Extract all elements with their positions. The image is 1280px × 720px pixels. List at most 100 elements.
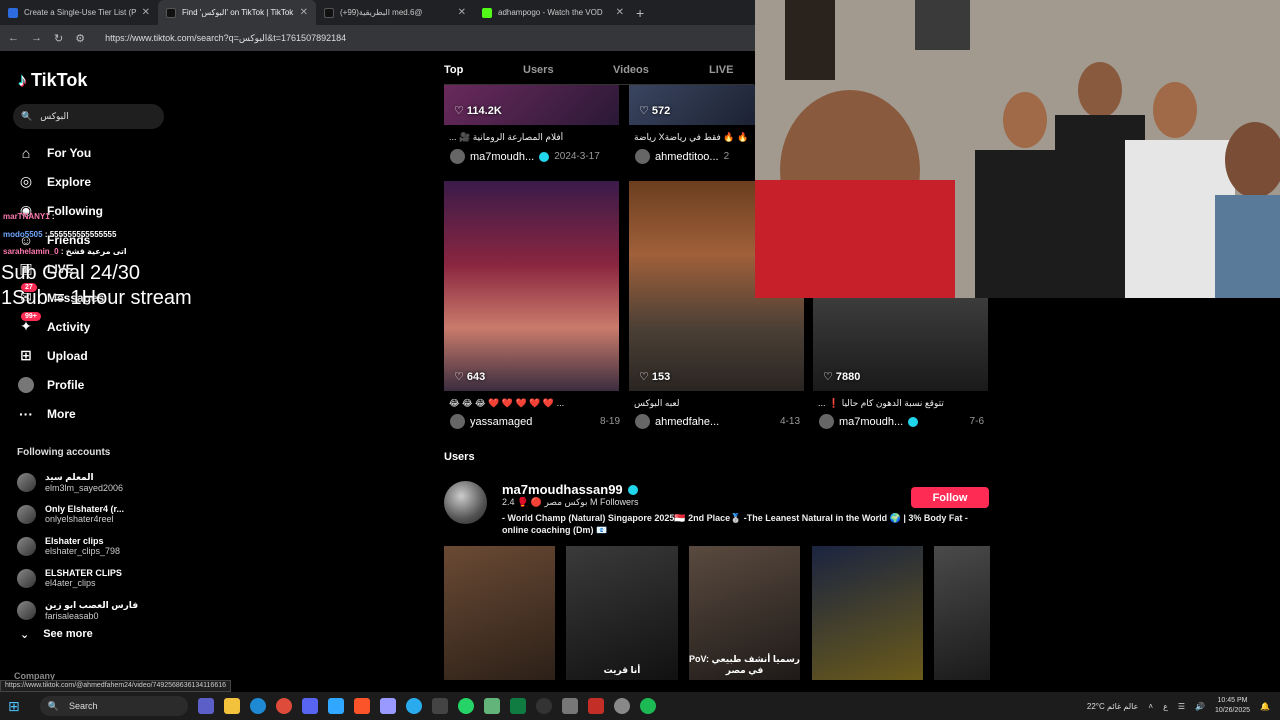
edge-icon[interactable]	[249, 698, 266, 714]
follow-button[interactable]: Follow	[911, 487, 989, 508]
tiktok-logo[interactable]: ♪ TikTok	[18, 70, 87, 91]
video-caption[interactable]: لعبه البوكس	[634, 398, 804, 409]
avatar[interactable]	[444, 481, 487, 524]
video-author[interactable]: ma7moudh...	[470, 151, 534, 163]
video-card[interactable]: ♡ 7880	[813, 298, 988, 391]
sidebar-item-explore[interactable]: ◎ Explore	[17, 167, 187, 196]
user-video-thumb[interactable]	[934, 546, 990, 680]
windows-start-icon[interactable]: ⊞	[8, 698, 20, 715]
app-icon[interactable]	[431, 698, 448, 714]
premiere-icon[interactable]	[379, 698, 396, 714]
reload-icon[interactable]: ↻	[54, 32, 63, 45]
video-author[interactable]: ma7moudh...	[839, 416, 903, 428]
sidebar-item-for-you[interactable]: ⌂ For You	[17, 138, 187, 167]
video-card[interactable]: ♡ 643	[444, 181, 619, 391]
chrome-icon[interactable]	[275, 698, 292, 714]
new-tab-icon[interactable]: +	[636, 5, 644, 21]
chevron-up-icon[interactable]: ˄	[1148, 702, 1153, 711]
file-explorer-icon[interactable]	[223, 698, 240, 714]
user-video-thumb[interactable]: PoV: رسميا أنشف طبيعي في مصر	[689, 546, 800, 680]
account-item[interactable]: المعلم سيد elm3lm_sayed2006	[17, 466, 138, 498]
sidebar-item-upload[interactable]: ⊞ Upload	[17, 341, 187, 370]
video-caption[interactable]: ... 🎥 أفلام المصارعة الرومانية	[449, 132, 619, 143]
video-card[interactable]: ♡ 572	[629, 85, 755, 125]
close-icon[interactable]: ✕	[458, 7, 466, 18]
forward-icon[interactable]: →	[31, 32, 42, 44]
avatar	[17, 600, 36, 620]
video-caption[interactable]: ... ❗ تتوقع نسبة الدهون كام حاليا	[818, 398, 988, 409]
spotify-icon[interactable]	[639, 698, 656, 714]
speaker-icon[interactable]: 🔊	[1195, 702, 1205, 711]
discord-icon[interactable]	[301, 698, 318, 714]
account-item[interactable]: Only Elshater4 (r... onlyelshater4reel	[17, 498, 138, 530]
back-icon[interactable]: ←	[8, 32, 19, 44]
verified-icon	[627, 484, 638, 495]
tab-top[interactable]: Top	[444, 64, 523, 76]
account-username: elm3lm_sayed2006	[45, 482, 124, 493]
tab-users[interactable]: Users	[523, 64, 613, 76]
excel-icon[interactable]	[509, 698, 526, 714]
kick-favicon-icon	[482, 7, 492, 18]
avatar[interactable]	[635, 414, 650, 429]
tab-videos[interactable]: Videos	[613, 64, 709, 76]
brave-icon[interactable]	[353, 698, 370, 714]
see-more-button[interactable]: ⌄ See more	[20, 628, 93, 641]
teams-icon[interactable]	[197, 698, 214, 714]
notification-icon[interactable]: 🔔	[1260, 702, 1270, 711]
user-video-thumb[interactable]: أنا قريت	[566, 546, 678, 680]
browser-tab-1[interactable]: Create a Single-Use Tier List (P ✕	[0, 0, 158, 25]
close-icon[interactable]: ✕	[142, 7, 150, 18]
sidebar-item-profile[interactable]: Profile	[17, 370, 187, 399]
photoshop-icon[interactable]	[327, 698, 344, 714]
settings-icon[interactable]	[613, 698, 630, 714]
user-video-thumb[interactable]	[444, 546, 555, 680]
avatar[interactable]	[635, 149, 650, 164]
weather-widget[interactable]: 22°C عالم غائم	[1087, 702, 1138, 711]
video-caption[interactable]: 😂 😂 😂 ❤️ ❤️ ❤️ ❤️ ❤️ ...	[449, 398, 619, 409]
obs-icon[interactable]	[535, 698, 552, 714]
webcam-scene	[755, 0, 1280, 298]
minecraft-icon[interactable]	[483, 698, 500, 714]
video-card[interactable]: ♡ 114.2K	[444, 85, 619, 125]
chat-text: : اتى مرعية قشخ	[60, 247, 127, 256]
telegram-icon[interactable]	[405, 698, 422, 714]
sidebar-item-activity[interactable]: ✦ 99+ Activity	[17, 312, 187, 341]
search-input[interactable]: 🔍 البوكس	[13, 104, 164, 129]
video-author[interactable]: yassamaged	[470, 416, 532, 428]
account-name: فارس العصب ابو زين	[45, 599, 139, 610]
user-name-text: ma7moudhassan99	[502, 482, 623, 497]
browser-tab-3[interactable]: (+99)البطريقية med.6@ ✕	[316, 0, 474, 25]
video-author[interactable]: ahmedtitoo...	[655, 151, 719, 163]
close-icon[interactable]: ✕	[616, 7, 624, 18]
user-video-thumb[interactable]	[812, 546, 923, 680]
browser-tab-2[interactable]: Find 'البوكس' on TikTok | TikTok ✕	[158, 0, 316, 25]
account-item[interactable]: Elshater clips elshater_clips_798	[17, 530, 138, 562]
avatar[interactable]	[819, 414, 834, 429]
account-item[interactable]: ELSHATER CLIPS el4ater_clips	[17, 562, 138, 594]
site-info-icon[interactable]: ⚙	[75, 32, 85, 45]
close-icon[interactable]: ✕	[300, 7, 308, 18]
clock[interactable]: 10:45 PM 10/26/2025	[1215, 696, 1250, 716]
app-icon[interactable]	[561, 698, 578, 714]
chat-text: : 555555555555555	[44, 230, 117, 239]
avatar[interactable]	[450, 149, 465, 164]
sidebar-item-more[interactable]: ··· More	[17, 399, 187, 428]
video-caption[interactable]: رياضة Xفقط في رياضة 🔥 🔥	[634, 132, 754, 143]
user-name[interactable]: ma7moudhassan99	[502, 482, 638, 497]
taskbar-search[interactable]: 🔍 Search	[39, 696, 188, 716]
more-icon: ···	[19, 405, 33, 422]
video-author[interactable]: ahmedfahe...	[655, 416, 719, 428]
tab-live[interactable]: LIVE	[709, 64, 733, 76]
account-item[interactable]: فارس العصب ابو زين farisaleasab0	[17, 594, 138, 626]
sidebar-item-label: More	[47, 406, 76, 421]
avatar[interactable]	[450, 414, 465, 429]
browser-tab-4[interactable]: adhampogo - Watch the VOD ✕	[474, 0, 632, 25]
wifi-icon[interactable]: ☰	[1178, 702, 1185, 711]
likes-value: 572	[651, 105, 671, 117]
sidebar-item-label: Upload	[47, 348, 88, 363]
whatsapp-icon[interactable]	[457, 698, 474, 714]
home-icon: ⌂	[21, 144, 31, 161]
language-indicator[interactable]: ع	[1163, 702, 1168, 711]
url-text[interactable]: https://www.tiktok.com/search?q=البوكس&t…	[105, 33, 346, 44]
video-editor-icon[interactable]	[587, 698, 604, 714]
